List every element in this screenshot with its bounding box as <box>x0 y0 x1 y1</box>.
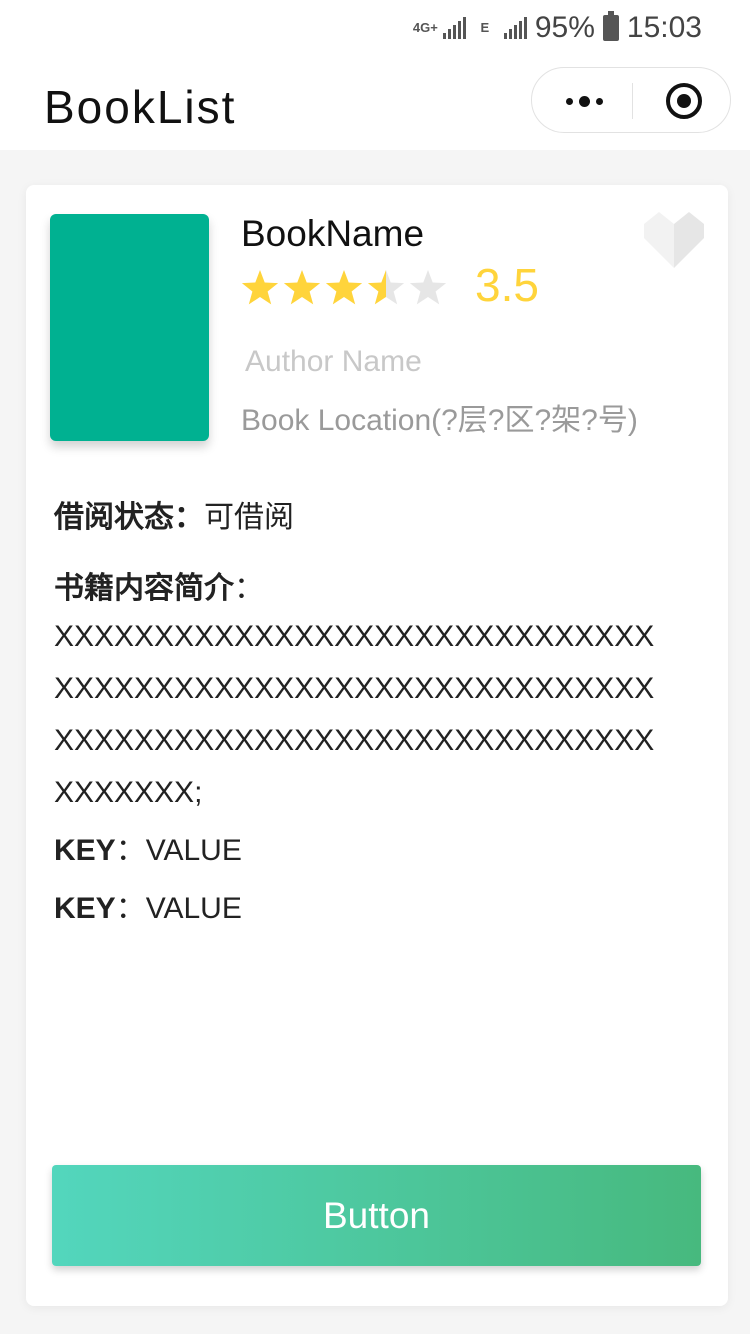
network-secondary-label: E <box>480 20 490 35</box>
battery-icon <box>602 11 619 41</box>
heart-icon[interactable] <box>644 212 704 268</box>
field-separator: ： <box>115 892 146 925</box>
description-text: XXXXXXXXXXXXXXXXXXXXXXXXXXXXXXXXXXXXXXXX… <box>54 620 655 809</box>
borrow-status-row: 借阅状态：可借阅 <box>54 492 674 536</box>
book-cover <box>50 214 209 441</box>
signal-icon-2 <box>503 17 527 39</box>
battery-percent: 95% <box>534 11 595 44</box>
field-separator: ： <box>115 834 146 867</box>
clock: 15:03 <box>626 11 702 44</box>
field-value: VALUE <box>145 892 242 925</box>
description-label: 书籍内容简介 <box>54 572 234 605</box>
star-icon <box>367 270 405 305</box>
primary-action-button[interactable]: Button <box>52 1165 701 1266</box>
capsule-divider <box>632 83 633 119</box>
book-location: Book Location(?层?区?架?号) <box>241 404 638 437</box>
more-dots-icon[interactable] <box>562 88 606 114</box>
field-value: VALUE <box>145 834 242 867</box>
description-label-row: 书籍内容简介： <box>54 563 674 607</box>
target-circle-icon[interactable] <box>666 83 702 119</box>
borrow-status-label: 借阅状态： <box>54 501 204 534</box>
author-name: Author Name <box>245 345 422 378</box>
star-rating <box>241 270 447 305</box>
mini-program-capsule <box>531 67 731 133</box>
top-bar: 4G+ E 95% 15:03 BookList <box>0 0 750 150</box>
rating-value: 3.5 <box>475 259 539 311</box>
key-value-row: KEY：VALUE <box>54 825 674 869</box>
star-icon <box>409 270 447 305</box>
field-key: KEY <box>54 892 116 925</box>
book-detail-card: BookName 3.5 Author Name Book Location(?… <box>26 185 728 1306</box>
star-icon <box>241 270 279 305</box>
status-bar: 4G+ E 95% 15:03 <box>413 8 702 48</box>
signal-icon <box>442 17 466 39</box>
description-colon: ： <box>234 572 264 605</box>
star-icon <box>283 270 321 305</box>
star-icon <box>325 270 363 305</box>
page-title: BookList <box>44 81 237 133</box>
book-name: BookName <box>241 213 425 254</box>
borrow-status-value: 可借阅 <box>204 501 294 534</box>
field-key: KEY <box>54 834 116 867</box>
network-label: 4G+ <box>412 20 438 35</box>
key-value-row: KEY：VALUE <box>54 883 674 927</box>
